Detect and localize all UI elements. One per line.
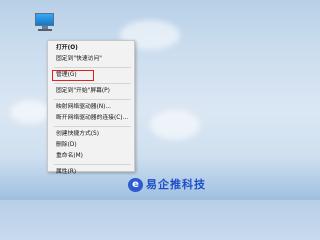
menu-item-label: 删除(D) [56, 142, 77, 148]
menu-item-label: 属性(R) [56, 169, 77, 175]
menu-item-delete[interactable]: 删除(D) [48, 140, 134, 151]
yiqitui-logo-icon: e [128, 178, 143, 192]
menu-item-pin-start[interactable]: 固定到"开始"屏幕(P) [48, 86, 134, 97]
menu-separator [54, 164, 131, 165]
this-pc-icon[interactable] [34, 13, 56, 33]
menu-separator [54, 126, 131, 127]
menu-item-label: 固定到"开始"屏幕(P) [56, 88, 110, 94]
menu-item-map-network-drive[interactable]: 映射网络驱动器(N)... [48, 102, 134, 113]
menu-item-label: 创建快捷方式(S) [56, 131, 99, 137]
menu-separator [54, 99, 131, 100]
menu-item-label: 固定到"快速访问" [56, 56, 102, 62]
menu-item-label: 映射网络驱动器(N)... [56, 104, 111, 110]
monitor-base [38, 29, 52, 31]
menu-item-label: 重命名(M) [56, 153, 83, 159]
highlight-box [52, 70, 94, 81]
menu-separator [54, 67, 131, 68]
menu-item-label: 打开(O) [56, 45, 78, 51]
menu-item-pin-quick-access[interactable]: 固定到"快速访问" [48, 54, 134, 65]
sky-cloud [150, 110, 200, 140]
menu-item-properties[interactable]: 属性(R) [48, 167, 134, 178]
menu-item-disconnect-network-drive[interactable]: 断开网络驱动器的连接(C)... [48, 113, 134, 124]
menu-item-open[interactable]: 打开(O) [48, 43, 134, 54]
monitor-screen [35, 13, 54, 26]
menu-separator [54, 83, 131, 84]
watermark: e 易企推科技 [128, 176, 205, 194]
menu-item-manage[interactable]: 管理(G) [48, 70, 134, 81]
menu-item-label: 断开网络驱动器的连接(C)... [56, 115, 129, 121]
watermark-text: 易企推科技 [146, 178, 206, 191]
menu-item-rename[interactable]: 重命名(M) [48, 151, 134, 162]
menu-item-create-shortcut[interactable]: 创建快捷方式(S) [48, 129, 134, 140]
sky-cloud [10, 100, 50, 124]
context-menu: 打开(O) 固定到"快速访问" 管理(G) 固定到"开始"屏幕(P) 映射网络驱… [47, 40, 135, 175]
